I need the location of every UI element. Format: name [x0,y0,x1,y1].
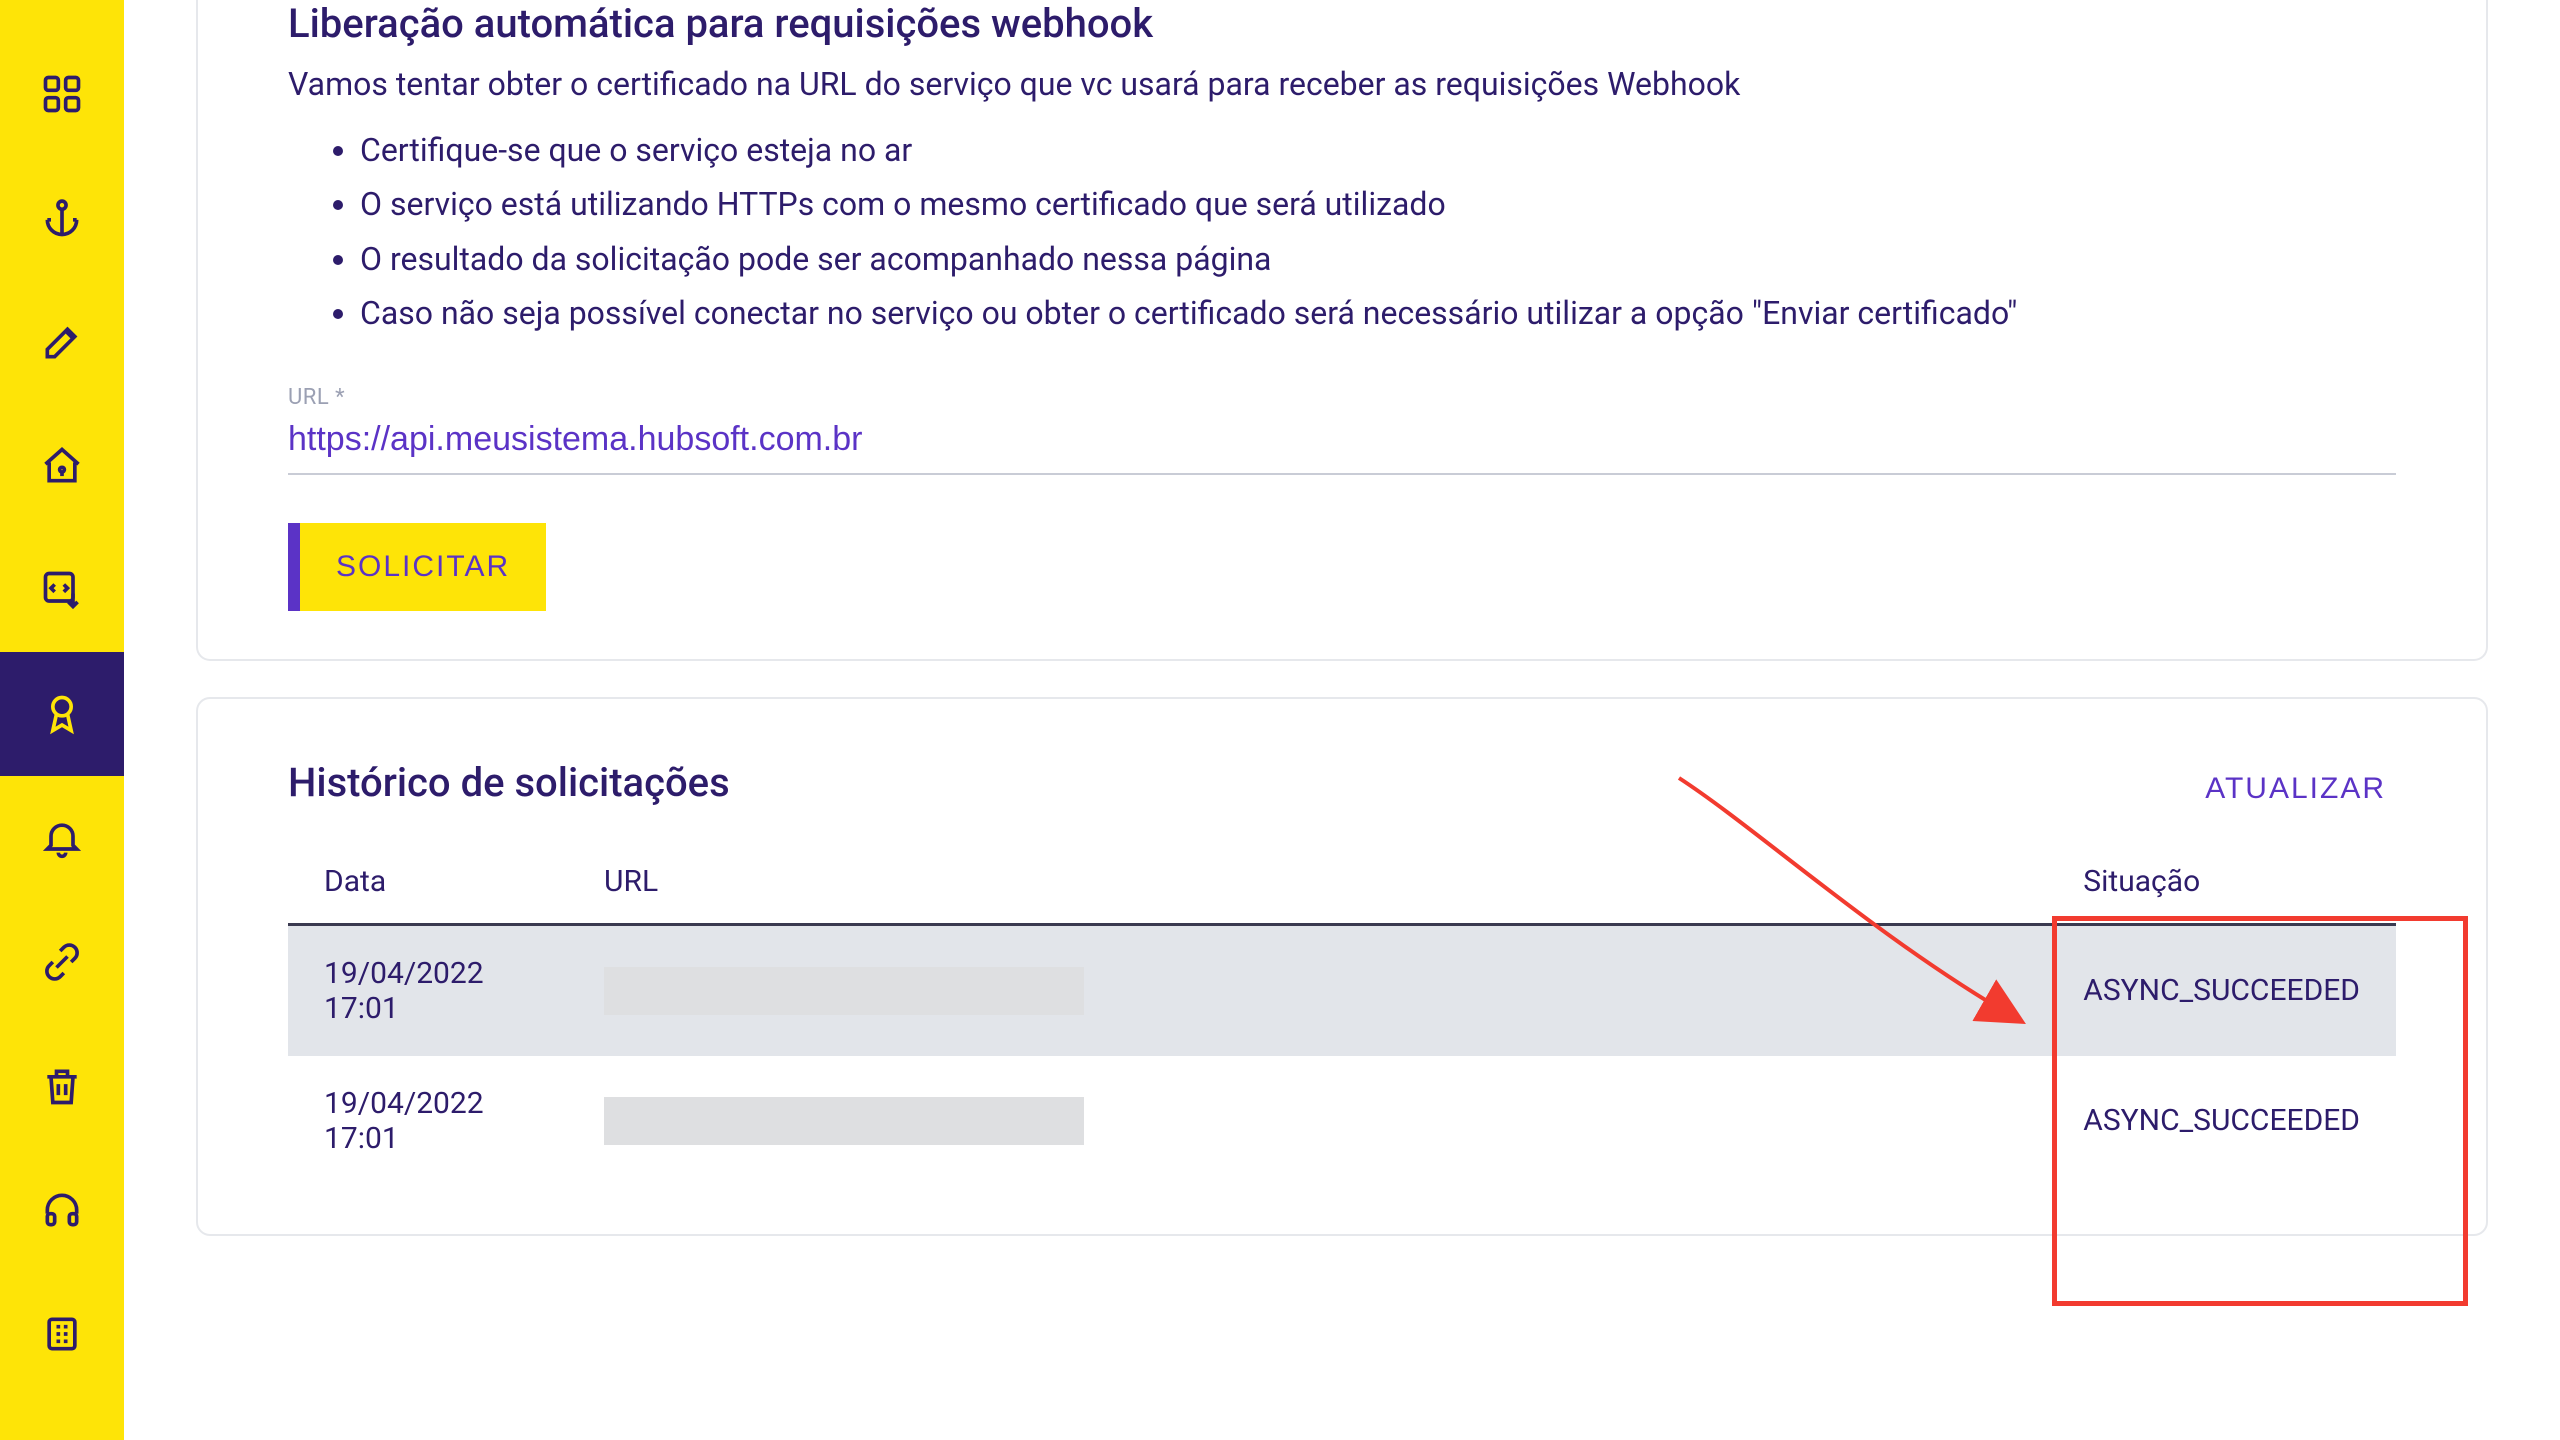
ribbon-icon [40,692,84,736]
col-header-situacao: Situação [2047,840,2396,925]
cell-url [568,1056,2047,1186]
redacted-block [604,1097,1084,1145]
edit-icon [40,320,84,364]
cell-situacao: ASYNC_SUCCEEDED [2047,1056,2396,1186]
bullet-item: O serviço está utilizando HTTPs com o me… [360,177,2396,231]
code-download-icon [40,568,84,612]
atualizar-button[interactable]: ATUALIZAR [2205,772,2386,806]
main-content: Liberação automática para requisições we… [124,0,2560,1440]
sidebar-item-code-download[interactable] [0,528,124,652]
sidebar-item-anchor[interactable] [0,156,124,280]
sidebar-item-dashboard[interactable] [0,32,124,156]
sidebar-item-home[interactable] [0,404,124,528]
anchor-icon [40,196,84,240]
bullet-item: Certifique-se que o serviço esteja no ar [360,123,2396,177]
solicitar-label: SOLICITAR [336,550,510,584]
bullet-item: O resultado da solicitação pode ser acom… [360,232,2396,286]
table-row: 19/04/2022 17:01 ASYNC_SUCCEEDED [288,924,2396,1056]
headphones-icon [40,1188,84,1232]
sidebar-nav [0,0,124,1440]
link-icon [40,940,84,984]
building-icon [40,1312,84,1356]
home-key-icon [40,444,84,488]
sidebar-item-headphones[interactable] [0,1148,124,1272]
cell-url [568,924,2047,1056]
cell-data: 19/04/2022 17:01 [288,924,568,1056]
trash-icon [40,1064,84,1108]
cell-data: 19/04/2022 17:01 [288,1056,568,1186]
sidebar-item-ribbon[interactable] [0,652,124,776]
solicitar-button[interactable]: SOLICITAR [288,523,546,611]
bullet-item: Caso não seja possível conectar no servi… [360,286,2396,340]
sidebar-item-bell[interactable] [0,776,124,900]
url-input[interactable] [288,410,2396,475]
bell-icon [40,816,84,860]
col-header-url: URL [568,840,2047,925]
col-header-data: Data [288,840,568,925]
table-row: 19/04/2022 17:01 ASYNC_SUCCEEDED [288,1056,2396,1186]
cell-situacao: ASYNC_SUCCEEDED [2047,924,2396,1056]
url-label: URL * [288,385,345,410]
redacted-block [604,967,1084,1015]
release-bullets: Certifique-se que o serviço esteja no ar… [360,123,2396,341]
history-title: Histórico de solicitações [288,759,730,806]
sidebar-item-building[interactable] [0,1272,124,1396]
history-card: Histórico de solicitações ATUALIZAR Data… [196,697,2488,1236]
release-desc: Vamos tentar obter o certificado na URL … [288,65,2396,103]
dashboard-icon [40,72,84,116]
sidebar-item-trash[interactable] [0,1024,124,1148]
release-title: Liberação automática para requisições we… [288,0,2396,47]
sidebar-item-link[interactable] [0,900,124,1024]
history-table: Data URL Situação 19/04/2022 17:01 ASYNC… [288,840,2396,1186]
release-card: Liberação automática para requisições we… [196,0,2488,661]
sidebar-item-edit[interactable] [0,280,124,404]
